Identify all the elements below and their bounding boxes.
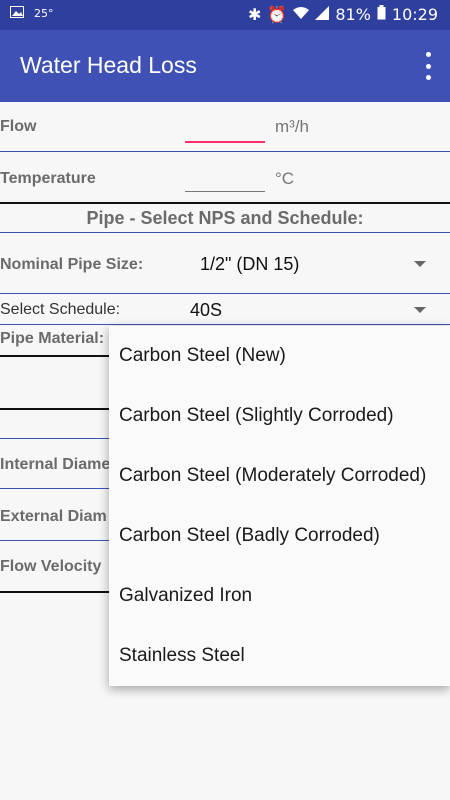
battery-icon bbox=[377, 5, 386, 24]
dropdown-option[interactable]: Carbon Steel (New) bbox=[109, 326, 450, 386]
temperature-unit: °C bbox=[275, 169, 295, 188]
divider bbox=[0, 591, 109, 593]
dropdown-option[interactable]: Carbon Steel (Slightly Corroded) bbox=[109, 386, 450, 446]
schedule-spinner[interactable]: 40S bbox=[190, 300, 222, 321]
pipe-material-label: Pipe Material: bbox=[0, 330, 105, 347]
external-diameter-label: External Diam bbox=[0, 508, 107, 525]
bluetooth-icon: ✱ bbox=[248, 5, 262, 24]
status-temperature: 25° bbox=[34, 7, 54, 20]
dropdown-option[interactable]: Galvanized Iron bbox=[109, 566, 450, 626]
dropdown-option[interactable]: Carbon Steel (Moderately Corroded) bbox=[109, 446, 450, 506]
overflow-menu-icon[interactable] bbox=[424, 52, 432, 80]
temperature-input[interactable] bbox=[185, 191, 265, 192]
divider bbox=[0, 355, 109, 357]
internal-diameter-label: Internal Diame bbox=[0, 456, 111, 473]
clock: 10:29 bbox=[391, 5, 438, 24]
app-bar: Water Head Loss bbox=[0, 30, 450, 102]
temperature-label: Temperature bbox=[0, 170, 96, 187]
divider bbox=[0, 232, 450, 233]
alarm-icon: ⏰ bbox=[267, 5, 288, 24]
pipe-section-title: Pipe - Select NPS and Schedule: bbox=[86, 208, 364, 228]
chevron-down-icon[interactable] bbox=[414, 261, 426, 267]
app-title: Water Head Loss bbox=[20, 52, 197, 78]
nominal-pipe-size-spinner[interactable]: 1/2" (DN 15) bbox=[200, 254, 299, 275]
dropdown-option[interactable]: Stainless Steel bbox=[109, 626, 450, 686]
schedule-label: Select Schedule: bbox=[0, 301, 121, 318]
chevron-down-icon[interactable] bbox=[414, 307, 426, 313]
flow-velocity-label: Flow Velocity bbox=[0, 558, 102, 575]
divider bbox=[0, 540, 109, 541]
dropdown-option[interactable]: Carbon Steel (Badly Corroded) bbox=[109, 506, 450, 566]
flow-unit: m³/h bbox=[275, 117, 309, 136]
gallery-icon bbox=[10, 6, 24, 21]
wifi-icon bbox=[293, 5, 310, 24]
flow-label: Flow bbox=[0, 118, 37, 135]
divider bbox=[0, 438, 109, 439]
divider bbox=[0, 408, 109, 410]
divider bbox=[0, 488, 109, 489]
nominal-pipe-size-label: Nominal Pipe Size: bbox=[0, 256, 144, 273]
battery-percent: 81% bbox=[335, 5, 371, 24]
divider bbox=[0, 324, 450, 325]
status-bar: 25° ✱ ⏰ 81% 10:29 bbox=[0, 0, 450, 30]
flow-input[interactable] bbox=[185, 141, 265, 143]
divider bbox=[0, 293, 450, 294]
pipe-material-dropdown: Carbon Steel (New) Carbon Steel (Slightl… bbox=[109, 326, 450, 686]
divider bbox=[0, 202, 450, 204]
signal-icon bbox=[315, 5, 330, 24]
divider bbox=[0, 151, 450, 152]
